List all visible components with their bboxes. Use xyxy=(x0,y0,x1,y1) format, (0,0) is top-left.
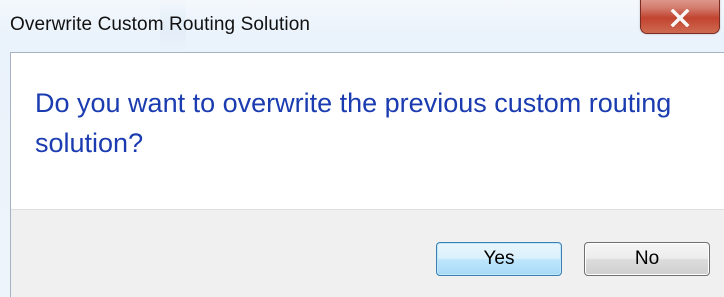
dialog-body: Do you want to overwrite the previous cu… xyxy=(10,52,724,297)
close-icon xyxy=(670,9,690,27)
window-title: Overwrite Custom Routing Solution xyxy=(10,14,311,35)
dialog-message: Do you want to overwrite the previous cu… xyxy=(35,88,672,158)
close-button[interactable] xyxy=(640,0,720,34)
button-bar: Yes No xyxy=(11,209,724,297)
dialog-window: Overwrite Custom Routing Solution Do you… xyxy=(0,0,724,297)
no-button[interactable]: No xyxy=(584,242,710,276)
title-bar[interactable]: Overwrite Custom Routing Solution xyxy=(0,0,724,52)
yes-button[interactable]: Yes xyxy=(436,242,562,276)
